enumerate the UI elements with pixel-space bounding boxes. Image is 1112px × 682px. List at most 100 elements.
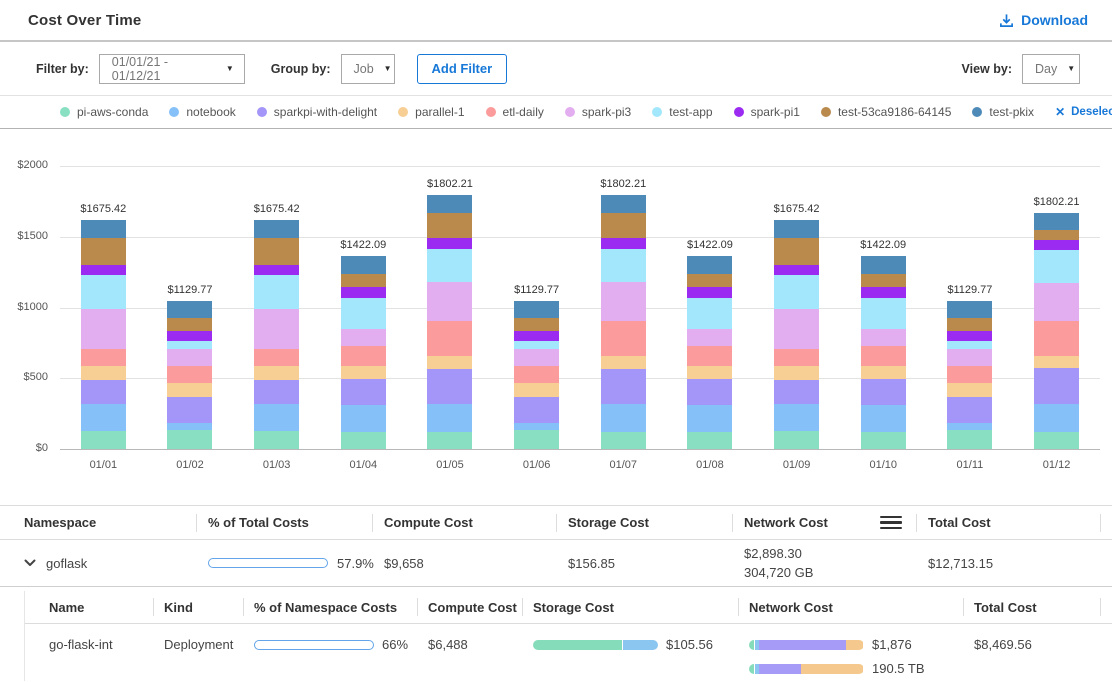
bar-segment-test-pkix[interactable] — [167, 301, 212, 318]
legend-item-sparkpi-with-delight[interactable]: sparkpi-with-delight — [257, 105, 377, 119]
bar-segment-test-pkix[interactable] — [427, 195, 472, 213]
bar-segment-notebook[interactable] — [514, 423, 559, 430]
bar-segment-notebook[interactable] — [774, 404, 819, 431]
bar-segment-test-app[interactable] — [167, 341, 212, 350]
bar-segment-pi-aws-conda[interactable] — [254, 431, 299, 449]
bar-01/10[interactable]: $1422.09 — [861, 256, 906, 449]
bar-segment-test-53ca9186-64145[interactable] — [81, 238, 126, 265]
bar-segment-sparkpi-with-delight[interactable] — [1034, 368, 1079, 404]
bar-segment-etl-daily[interactable] — [687, 346, 732, 366]
add-filter-button[interactable]: Add Filter — [417, 54, 508, 84]
bar-segment-spark-pi1[interactable] — [81, 265, 126, 275]
bar-01/07[interactable]: $1802.21 — [601, 195, 646, 449]
bar-segment-test-pkix[interactable] — [1034, 213, 1079, 230]
download-button[interactable]: Download — [999, 12, 1088, 28]
legend-item-test-pkix[interactable]: test-pkix — [972, 105, 1034, 119]
bar-segment-notebook[interactable] — [687, 405, 732, 433]
bar-segment-pi-aws-conda[interactable] — [774, 431, 819, 449]
bar-segment-spark-pi3[interactable] — [947, 349, 992, 366]
bar-segment-etl-daily[interactable] — [427, 321, 472, 357]
bar-segment-test-app[interactable] — [427, 249, 472, 282]
bar-segment-etl-daily[interactable] — [861, 346, 906, 366]
bar-segment-test-app[interactable] — [774, 275, 819, 309]
bar-segment-spark-pi1[interactable] — [341, 287, 386, 298]
bar-01/09[interactable]: $1675.42 — [774, 220, 819, 449]
bar-segment-parallel-1[interactable] — [254, 366, 299, 380]
bar-segment-spark-pi1[interactable] — [601, 238, 646, 249]
bar-segment-spark-pi1[interactable] — [514, 331, 559, 341]
bar-segment-etl-daily[interactable] — [514, 366, 559, 383]
bar-segment-parallel-1[interactable] — [774, 366, 819, 380]
bar-segment-spark-pi1[interactable] — [687, 287, 732, 298]
bar-segment-test-app[interactable] — [254, 275, 299, 309]
bar-segment-spark-pi1[interactable] — [1034, 240, 1079, 251]
bar-segment-etl-daily[interactable] — [254, 349, 299, 366]
bar-segment-test-pkix[interactable] — [81, 220, 126, 238]
bar-segment-etl-daily[interactable] — [601, 321, 646, 357]
bar-segment-test-app[interactable] — [341, 298, 386, 329]
bar-segment-parallel-1[interactable] — [687, 366, 732, 378]
bar-segment-sparkpi-with-delight[interactable] — [687, 379, 732, 405]
bar-segment-spark-pi1[interactable] — [861, 287, 906, 298]
legend-item-test-53ca9186-64145[interactable]: test-53ca9186-64145 — [821, 105, 951, 119]
bar-01/05[interactable]: $1802.21 — [427, 195, 472, 449]
bar-segment-test-app[interactable] — [1034, 250, 1079, 282]
bar-segment-etl-daily[interactable] — [1034, 321, 1079, 356]
bar-segment-spark-pi3[interactable] — [774, 309, 819, 349]
bar-01/02[interactable]: $1129.77 — [167, 301, 212, 449]
legend-item-spark-pi1[interactable]: spark-pi1 — [734, 105, 800, 119]
bar-segment-spark-pi1[interactable] — [774, 265, 819, 275]
bar-01/04[interactable]: $1422.09 — [341, 256, 386, 449]
legend-item-parallel-1[interactable]: parallel-1 — [398, 105, 464, 119]
bar-segment-test-pkix[interactable] — [861, 256, 906, 274]
bar-segment-notebook[interactable] — [601, 404, 646, 432]
bar-segment-pi-aws-conda[interactable] — [1034, 432, 1079, 449]
bar-segment-pi-aws-conda[interactable] — [514, 430, 559, 449]
bar-segment-spark-pi3[interactable] — [1034, 283, 1079, 321]
bar-segment-parallel-1[interactable] — [947, 383, 992, 396]
bar-segment-spark-pi3[interactable] — [861, 329, 906, 347]
group-by-select[interactable]: Job ▼ — [341, 54, 395, 84]
bar-segment-test-pkix[interactable] — [254, 220, 299, 238]
bar-segment-test-app[interactable] — [947, 341, 992, 350]
bar-segment-pi-aws-conda[interactable] — [861, 432, 906, 449]
bar-segment-pi-aws-conda[interactable] — [81, 431, 126, 449]
bar-segment-parallel-1[interactable] — [427, 356, 472, 369]
bar-segment-test-app[interactable] — [601, 249, 646, 282]
bar-segment-etl-daily[interactable] — [947, 366, 992, 383]
namespace-row-goflask[interactable]: goflask 57.9% $9,658 $156.85 $2,898.30 3… — [0, 540, 1112, 587]
bar-segment-notebook[interactable] — [81, 404, 126, 431]
bar-segment-test-53ca9186-64145[interactable] — [167, 318, 212, 331]
bar-segment-test-app[interactable] — [861, 298, 906, 329]
bar-segment-sparkpi-with-delight[interactable] — [774, 380, 819, 404]
bar-segment-parallel-1[interactable] — [167, 383, 212, 396]
bar-segment-test-pkix[interactable] — [947, 301, 992, 318]
bar-segment-sparkpi-with-delight[interactable] — [601, 369, 646, 404]
bar-01/06[interactable]: $1129.77 — [514, 301, 559, 449]
menu-icon[interactable] — [880, 513, 902, 533]
bar-segment-pi-aws-conda[interactable] — [601, 432, 646, 449]
bar-segment-sparkpi-with-delight[interactable] — [947, 397, 992, 424]
deselect-all-button[interactable]: ✕ Deselect All — [1055, 105, 1112, 119]
bar-01/11[interactable]: $1129.77 — [947, 301, 992, 449]
bar-segment-etl-daily[interactable] — [167, 366, 212, 383]
bar-segment-test-app[interactable] — [81, 275, 126, 309]
bar-segment-spark-pi1[interactable] — [167, 331, 212, 341]
bar-segment-sparkpi-with-delight[interactable] — [167, 397, 212, 424]
bar-segment-parallel-1[interactable] — [341, 366, 386, 378]
bar-segment-test-app[interactable] — [514, 341, 559, 350]
bar-segment-test-53ca9186-64145[interactable] — [774, 238, 819, 265]
bar-segment-test-53ca9186-64145[interactable] — [341, 274, 386, 287]
bar-segment-sparkpi-with-delight[interactable] — [861, 379, 906, 405]
legend-item-etl-daily[interactable]: etl-daily — [486, 105, 544, 119]
bar-segment-parallel-1[interactable] — [1034, 356, 1079, 368]
bar-segment-sparkpi-with-delight[interactable] — [81, 380, 126, 404]
bar-segment-test-53ca9186-64145[interactable] — [254, 238, 299, 265]
bar-segment-spark-pi3[interactable] — [687, 329, 732, 347]
bar-segment-test-pkix[interactable] — [687, 256, 732, 274]
bar-segment-sparkpi-with-delight[interactable] — [341, 379, 386, 405]
bar-segment-notebook[interactable] — [1034, 404, 1079, 432]
bar-segment-test-53ca9186-64145[interactable] — [427, 213, 472, 239]
bar-segment-spark-pi3[interactable] — [81, 309, 126, 349]
bar-segment-notebook[interactable] — [947, 423, 992, 430]
